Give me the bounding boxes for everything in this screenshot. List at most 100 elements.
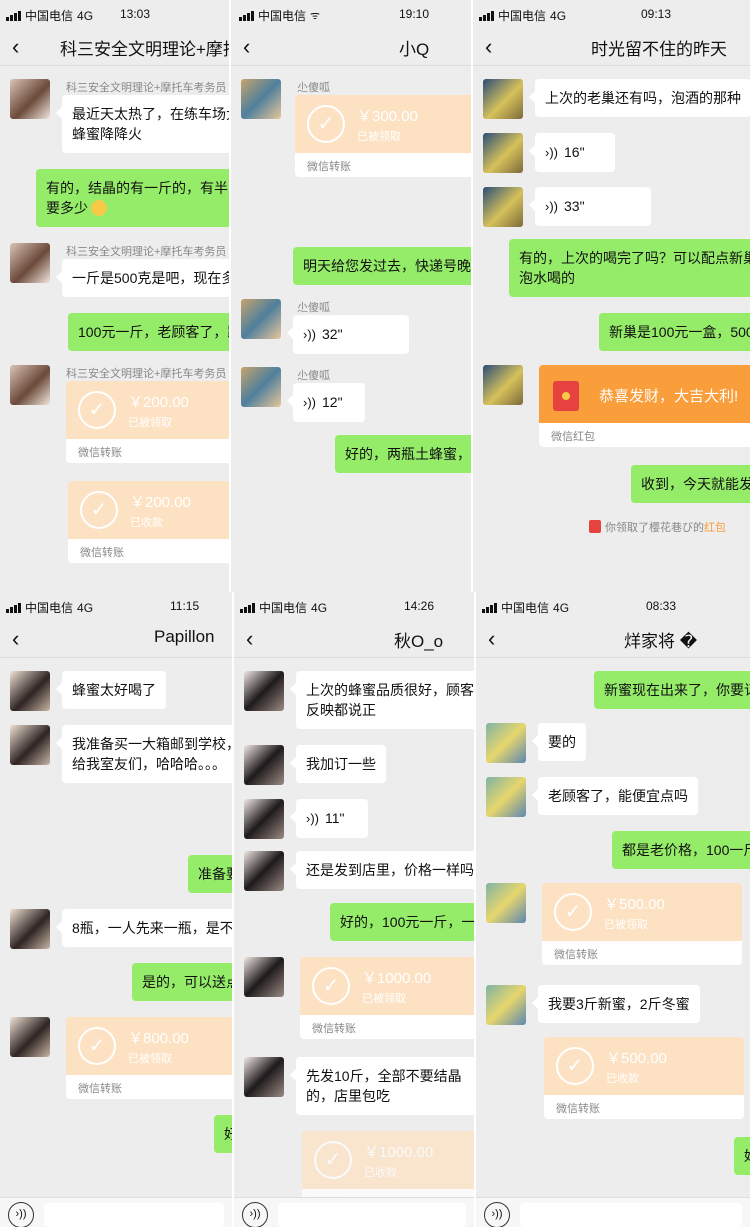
text-bubble[interactable]: 我要3斤新蜜，2斤冬蜜 — [532, 985, 700, 1023]
message-list[interactable]: 上次的蜂蜜品质很好，顾客反映都说正 我加订一些 ›)) 11" 还是发到店里，价格… — [234, 659, 474, 1227]
transfer-card[interactable]: ✓ ￥300.00 已被领取 微信转账 — [295, 95, 471, 177]
avatar[interactable] — [241, 299, 281, 339]
avatar[interactable] — [241, 367, 281, 407]
voice-bubble[interactable]: ›)) 33" — [529, 187, 651, 226]
voice-bubble[interactable]: ›)) 12" — [287, 383, 365, 422]
sender-name: 科三安全文明理论+摩托车考务员 — [66, 82, 227, 94]
avatar[interactable] — [10, 671, 50, 711]
voice-input-icon[interactable]: ›)) — [8, 1202, 34, 1227]
chat-title: 科三安全文明理论+摩托车考务员 — [60, 40, 229, 59]
avatar[interactable] — [244, 1057, 284, 1097]
avatar[interactable] — [486, 723, 526, 763]
text-bubble[interactable]: 还是发到店里，价格一样吗 — [290, 851, 474, 889]
text-bubble[interactable]: 新蜜现在出来了，你要订吗 — [594, 671, 750, 709]
avatar[interactable] — [244, 671, 284, 711]
sender-name: 尐傻呱 — [297, 82, 330, 94]
back-icon[interactable]: ‹ — [12, 626, 19, 652]
voice-bubble[interactable]: ›)) 16" — [529, 133, 615, 172]
back-icon[interactable]: ‹ — [246, 626, 253, 652]
avatar[interactable] — [10, 79, 50, 119]
red-packet-link[interactable]: 红包 — [704, 522, 726, 534]
transfer-amount: ￥1000.00 — [362, 970, 432, 987]
chat-header: ‹ 时光留不住的昨天 — [473, 28, 750, 66]
message-list[interactable]: 尐傻呱 ✓ ￥300.00 已被领取 微信转账 明天给您发过去，快递号晚上发给你… — [231, 67, 471, 592]
avatar[interactable] — [10, 725, 50, 765]
transfer-card[interactable]: ✓ ￥500.00 已收款 微信转账 — [544, 1037, 744, 1119]
avatar[interactable] — [483, 365, 523, 405]
avatar[interactable] — [483, 79, 523, 119]
text-bubble[interactable]: 有的，结晶的有一斤的，有半斤的，你要多少 — [36, 169, 229, 227]
text-bubble[interactable]: 新巢是100元一盒，500克 — [599, 313, 750, 351]
back-icon[interactable]: ‹ — [243, 34, 250, 60]
message-input[interactable] — [520, 1203, 742, 1227]
red-packet-card[interactable]: 恭喜发财，大吉大利! 微信红包 — [539, 365, 750, 447]
red-packet-greeting: 恭喜发财，大吉大利! — [599, 388, 739, 405]
avatar[interactable] — [486, 883, 526, 923]
voice-bubble[interactable]: ›)) 32" — [287, 315, 409, 354]
text-bubble[interactable]: 先发10斤，全部不要结晶的，店里包吃 — [290, 1057, 474, 1115]
text-bubble[interactable]: 上次的蜂蜜品质很好，顾客反映都说正 — [290, 671, 474, 729]
text-bubble[interactable]: 好的，100元一斤，一样 — [330, 903, 474, 941]
avatar[interactable] — [10, 365, 50, 405]
avatar[interactable] — [483, 133, 523, 173]
voice-bubble[interactable]: ›)) 11" — [290, 799, 368, 838]
avatar[interactable] — [244, 957, 284, 997]
sender-name: 尐傻呱 — [297, 302, 330, 314]
red-packet-footer: 微信红包 — [539, 423, 750, 447]
message-list[interactable]: 上次的老巢还有吗，泡酒的那种 ›)) 16" ›)) 33" 有的，上次的喝完了吗？… — [473, 67, 750, 592]
avatar[interactable] — [244, 851, 284, 891]
text-bubble[interactable]: 明天给您发过去，快递号晚上发给你 — [293, 247, 471, 285]
text-bubble[interactable]: 好的，两瓶土蜂蜜，一瓶结晶蜜 — [335, 435, 471, 473]
avatar[interactable] — [244, 799, 284, 839]
text-bubble[interactable]: 要的 — [532, 723, 586, 761]
message-input[interactable] — [278, 1203, 466, 1227]
avatar[interactable] — [10, 243, 50, 283]
back-icon[interactable]: ‹ — [12, 34, 19, 60]
avatar[interactable] — [244, 745, 284, 785]
avatar[interactable] — [10, 909, 50, 949]
text-bubble[interactable]: 是的，可以送点 — [132, 963, 232, 1001]
input-bar: ›)) — [234, 1197, 474, 1227]
text-bubble[interactable]: 一斤是500克是吧，现在多少钱 — [55, 259, 229, 297]
check-circle-icon: ✓ — [556, 1047, 594, 1085]
sender-name: 科三安全文明理论+摩托车考务员 — [66, 368, 227, 380]
text-bubble[interactable]: 准备要几瓶 — [188, 855, 232, 893]
voice-input-icon[interactable]: ›)) — [242, 1202, 268, 1227]
chat-header: ‹ 秋O_o — [234, 620, 474, 658]
transfer-card[interactable]: ✓ ￥200.00 已收款 微信转账 — [68, 481, 229, 563]
transfer-card[interactable]: ✓ ￥1000.00 已被领取 微信转账 — [300, 957, 474, 1039]
text-bubble[interactable]: 上次的老巢还有吗，泡酒的那种 — [529, 79, 750, 117]
avatar[interactable] — [486, 777, 526, 817]
status-bar: 中国电信 4G 08:33 — [476, 592, 750, 620]
text-bubble[interactable]: 我准备买一大箱邮到学校，给我室友们，哈哈哈。。。 — [56, 725, 232, 783]
back-icon[interactable]: ‹ — [488, 626, 495, 652]
back-icon[interactable]: ‹ — [485, 34, 492, 60]
text-bubble[interactable]: 老顾客了，能便宜点吗 — [532, 777, 698, 815]
check-circle-icon: ✓ — [80, 491, 118, 529]
text-bubble[interactable]: 都是老价格，100一斤 — [612, 831, 750, 869]
text-bubble[interactable]: 我加订一些 — [290, 745, 386, 783]
avatar[interactable] — [241, 79, 281, 119]
transfer-status: 已被领取 — [357, 131, 401, 143]
transfer-card[interactable]: ✓ ￥500.00 已被领取 微信转账 — [542, 883, 742, 965]
text-bubble[interactable]: 8瓶，一人先来一瓶，是不是有点少 — [56, 909, 232, 947]
message-list[interactable]: 科三安全文明理论+摩托车考务员 最近天太热了，在练车场大太阳，整点蜂蜜降降火 有… — [0, 67, 229, 592]
message-list[interactable]: 新蜜现在出来了，你要订吗 要的 老顾客了，能便宜点吗 都是老价格，100一斤 ✓… — [476, 659, 750, 1227]
text-bubble[interactable]: 好 — [734, 1137, 750, 1175]
transfer-card[interactable]: ✓ ￥200.00 已被领取 微信转账 — [66, 381, 229, 463]
text-bubble[interactable]: 好 — [214, 1115, 232, 1153]
text-bubble[interactable]: 有的，上次的喝完了吗？可以配点新巢泡水喝的 — [509, 239, 750, 297]
text-bubble[interactable]: 收到，今天就能发 — [631, 465, 750, 503]
avatar[interactable] — [10, 1017, 50, 1057]
avatar[interactable] — [483, 187, 523, 227]
text-bubble[interactable]: 100元一斤，老顾客了，跟你算便宜点 — [68, 313, 229, 351]
chat-panel-2: 中国电信 ᯤ 19:10 ‹ 小Q 尐傻呱 ✓ ￥300.00 已被领取 微信转账… — [231, 0, 471, 592]
chat-panel-3: 中国电信 4G 09:13 ‹ 时光留不住的昨天 上次的老巢还有吗，泡酒的那种 ›… — [473, 0, 750, 592]
transfer-card[interactable]: ✓ ￥800.00 已被领取 微信转账 — [66, 1017, 232, 1099]
message-input[interactable] — [44, 1203, 224, 1227]
avatar[interactable] — [486, 985, 526, 1025]
voice-input-icon[interactable]: ›)) — [484, 1202, 510, 1227]
message-list[interactable]: 蜂蜜太好喝了 我准备买一大箱邮到学校，给我室友们，哈哈哈。。。 准备要几瓶 8瓶… — [0, 659, 232, 1227]
text-bubble[interactable]: 最近天太热了，在练车场大太阳，整点蜂蜜降降火 — [56, 95, 229, 153]
text-bubble[interactable]: 蜂蜜太好喝了 — [56, 671, 166, 709]
